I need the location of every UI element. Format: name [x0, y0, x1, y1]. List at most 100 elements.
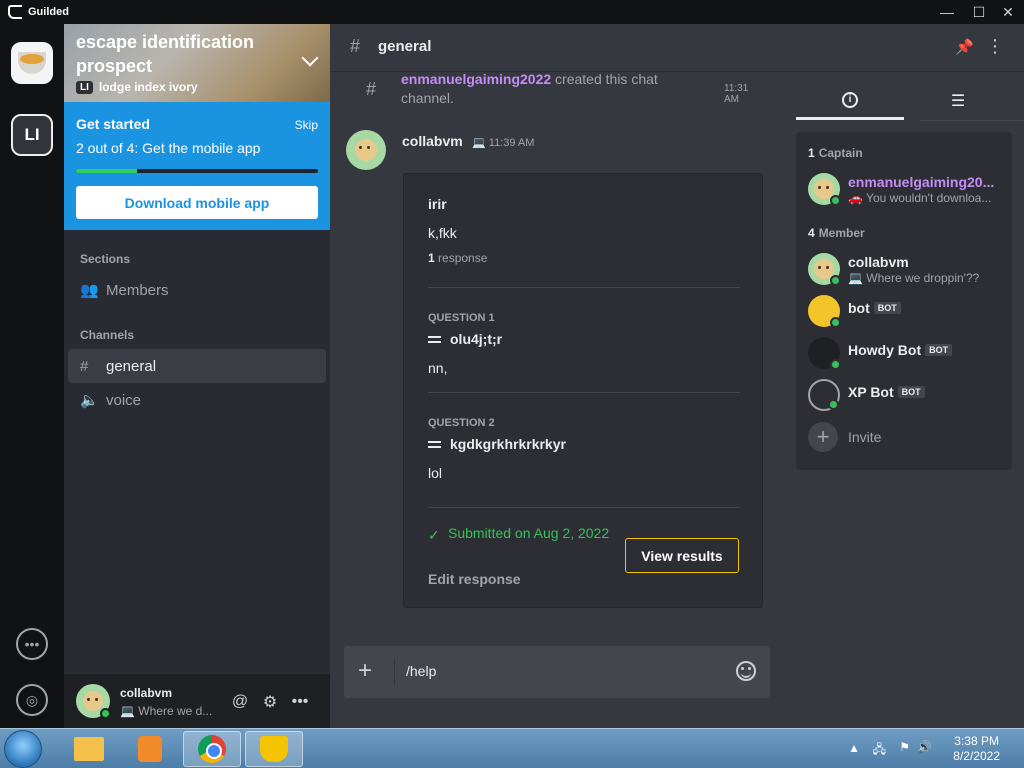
online-status-icon	[830, 275, 841, 286]
media-player-icon	[138, 736, 162, 762]
taskbar-guilded[interactable]	[245, 731, 303, 767]
minimize-button[interactable]: —	[932, 0, 962, 24]
server-initials-chip: LI	[76, 80, 93, 94]
member-status: 💻 Where we droppin'??	[848, 271, 980, 285]
member-name: enmanuelgaiming20...	[848, 174, 995, 190]
system-message-text: enmanuelgaiming2022 created this chat ch…	[401, 70, 681, 108]
clock-time: 3:38 PM	[954, 734, 999, 748]
timestamp: 11:31 AM	[724, 83, 749, 105]
tab-threads[interactable]: ☰	[904, 82, 1012, 120]
wave-hand-icon	[808, 337, 841, 370]
divider	[428, 507, 740, 508]
clock[interactable]: 3:38 PM 8/2/2022	[953, 734, 1000, 764]
section-item-members[interactable]: 👥 Members	[68, 273, 326, 307]
folder-icon	[74, 737, 104, 761]
question-title: kgdkgrkhrkrkrkyr	[450, 436, 566, 452]
plus-icon[interactable]: +	[358, 658, 372, 684]
right-panel: i ☰ 1 Captain enmanuelgaiming20... 🚗 You …	[780, 72, 1024, 728]
user-status: 💻 Where we d...	[120, 704, 212, 718]
online-status-icon	[830, 359, 841, 370]
laptop-icon: 💻	[472, 137, 489, 149]
get-started-panel: Get started Skip 2 out of 4: Get the mob…	[64, 102, 330, 230]
member-item[interactable]: Howdy Bot BOT	[808, 334, 1008, 374]
bot-badge: BOT	[897, 386, 925, 398]
member-list: 1 Captain enmanuelgaiming20... 🚗 You woul…	[796, 132, 1012, 470]
channel-sidebar: escape identification prospect LI lodge …	[64, 24, 330, 728]
taskbar-media-player[interactable]	[121, 731, 179, 767]
mention-icon[interactable]: @	[230, 692, 250, 712]
edit-response-link[interactable]: Edit response	[428, 571, 521, 587]
invite-button[interactable]: + Invite	[808, 422, 881, 452]
response-count-label: response	[434, 251, 488, 265]
get-started-title: Get started	[76, 116, 150, 132]
pin-icon[interactable]: 📌	[955, 38, 974, 56]
system-message-user[interactable]: enmanuelgaiming2022	[401, 71, 551, 87]
group-name: Captain	[818, 146, 863, 160]
plus-icon: +	[808, 422, 838, 452]
download-mobile-app-button[interactable]: Download mobile app	[76, 186, 318, 219]
get-started-step: 2 out of 4: Get the mobile app	[76, 140, 261, 156]
member-item[interactable]: collabvm 💻 Where we droppin'??	[808, 250, 1008, 290]
bot-badge: BOT	[873, 302, 901, 314]
message-author[interactable]: collabvm	[402, 133, 463, 149]
chat-icon[interactable]: •••	[16, 628, 48, 660]
message-input[interactable]: /help	[406, 663, 436, 679]
info-icon: i	[842, 91, 858, 108]
start-button[interactable]	[4, 730, 42, 768]
form-description: k,fkk	[428, 225, 457, 241]
members-icon: 👥	[80, 282, 99, 299]
avatar[interactable]	[346, 130, 386, 170]
channel-item-general[interactable]: # general	[68, 349, 326, 383]
maximize-button[interactable]: ☐	[964, 0, 994, 24]
member-name-text: bot	[848, 300, 870, 316]
form-title: irir	[428, 196, 447, 212]
channel-item-voice[interactable]: 🔈 voice	[68, 383, 326, 417]
avatar	[808, 253, 841, 286]
more-icon[interactable]: •••	[290, 692, 310, 712]
server-rail: LI ••• ◎	[0, 24, 64, 728]
xp-badge-icon	[808, 379, 840, 411]
view-results-button[interactable]: View results	[625, 538, 739, 573]
taskbar-explorer[interactable]	[60, 731, 118, 767]
divider	[394, 658, 395, 686]
chevron-down-icon[interactable]	[301, 49, 319, 67]
channel-title: general	[378, 38, 432, 55]
question-label: QUESTION 1	[428, 312, 495, 324]
user-name: collabvm	[120, 686, 173, 700]
volume-icon[interactable]: 🔊	[917, 740, 932, 754]
divider	[428, 392, 740, 393]
server-icon-soup[interactable]	[11, 42, 53, 84]
channels-label: Channels	[80, 328, 135, 342]
invite-label: Invite	[848, 429, 882, 445]
progress-fill	[76, 169, 137, 173]
title-bar: Guilded — ☐ ✕	[0, 0, 1024, 24]
close-button[interactable]: ✕	[993, 0, 1023, 24]
question-answer: nn,	[428, 360, 448, 376]
panel-tabs: i ☰	[796, 82, 1024, 122]
check-icon: ✓	[428, 527, 440, 543]
member-item[interactable]: XP Bot BOT	[808, 376, 1008, 416]
find-community-icon[interactable]: ◎	[16, 684, 48, 716]
network-icon[interactable]: 🖧	[873, 740, 886, 761]
avatar[interactable]	[76, 684, 111, 719]
kebab-menu-icon[interactable]: ⋮	[986, 36, 1004, 57]
avatar	[808, 173, 841, 206]
member-item[interactable]: bot BOT	[808, 292, 1008, 332]
member-status: 🚗 You wouldn't downloa...	[848, 191, 992, 205]
skip-button[interactable]: Skip	[295, 118, 318, 132]
group-count: 4	[808, 226, 815, 240]
group-name: Member	[818, 226, 865, 240]
member-item[interactable]: enmanuelgaiming20... 🚗 You wouldn't down…	[808, 170, 1008, 210]
tab-info[interactable]: i	[796, 82, 904, 120]
action-center-icon[interactable]: ⚑	[899, 740, 910, 754]
taskbar-chrome[interactable]	[183, 731, 241, 767]
server-icon-li[interactable]: LI	[11, 114, 53, 156]
show-hidden-icons[interactable]: ▲	[848, 741, 860, 755]
user-bar: collabvm 💻 Where we d... @ ⚙ •••	[64, 674, 330, 728]
online-status-icon	[100, 708, 111, 719]
emoji-icon[interactable]	[736, 661, 756, 681]
server-name: escape identification prospect	[76, 32, 255, 76]
server-header[interactable]: escape identification prospect LI lodge …	[64, 24, 330, 102]
bot-avatar-icon	[808, 295, 841, 328]
gear-icon[interactable]: ⚙	[260, 692, 280, 712]
